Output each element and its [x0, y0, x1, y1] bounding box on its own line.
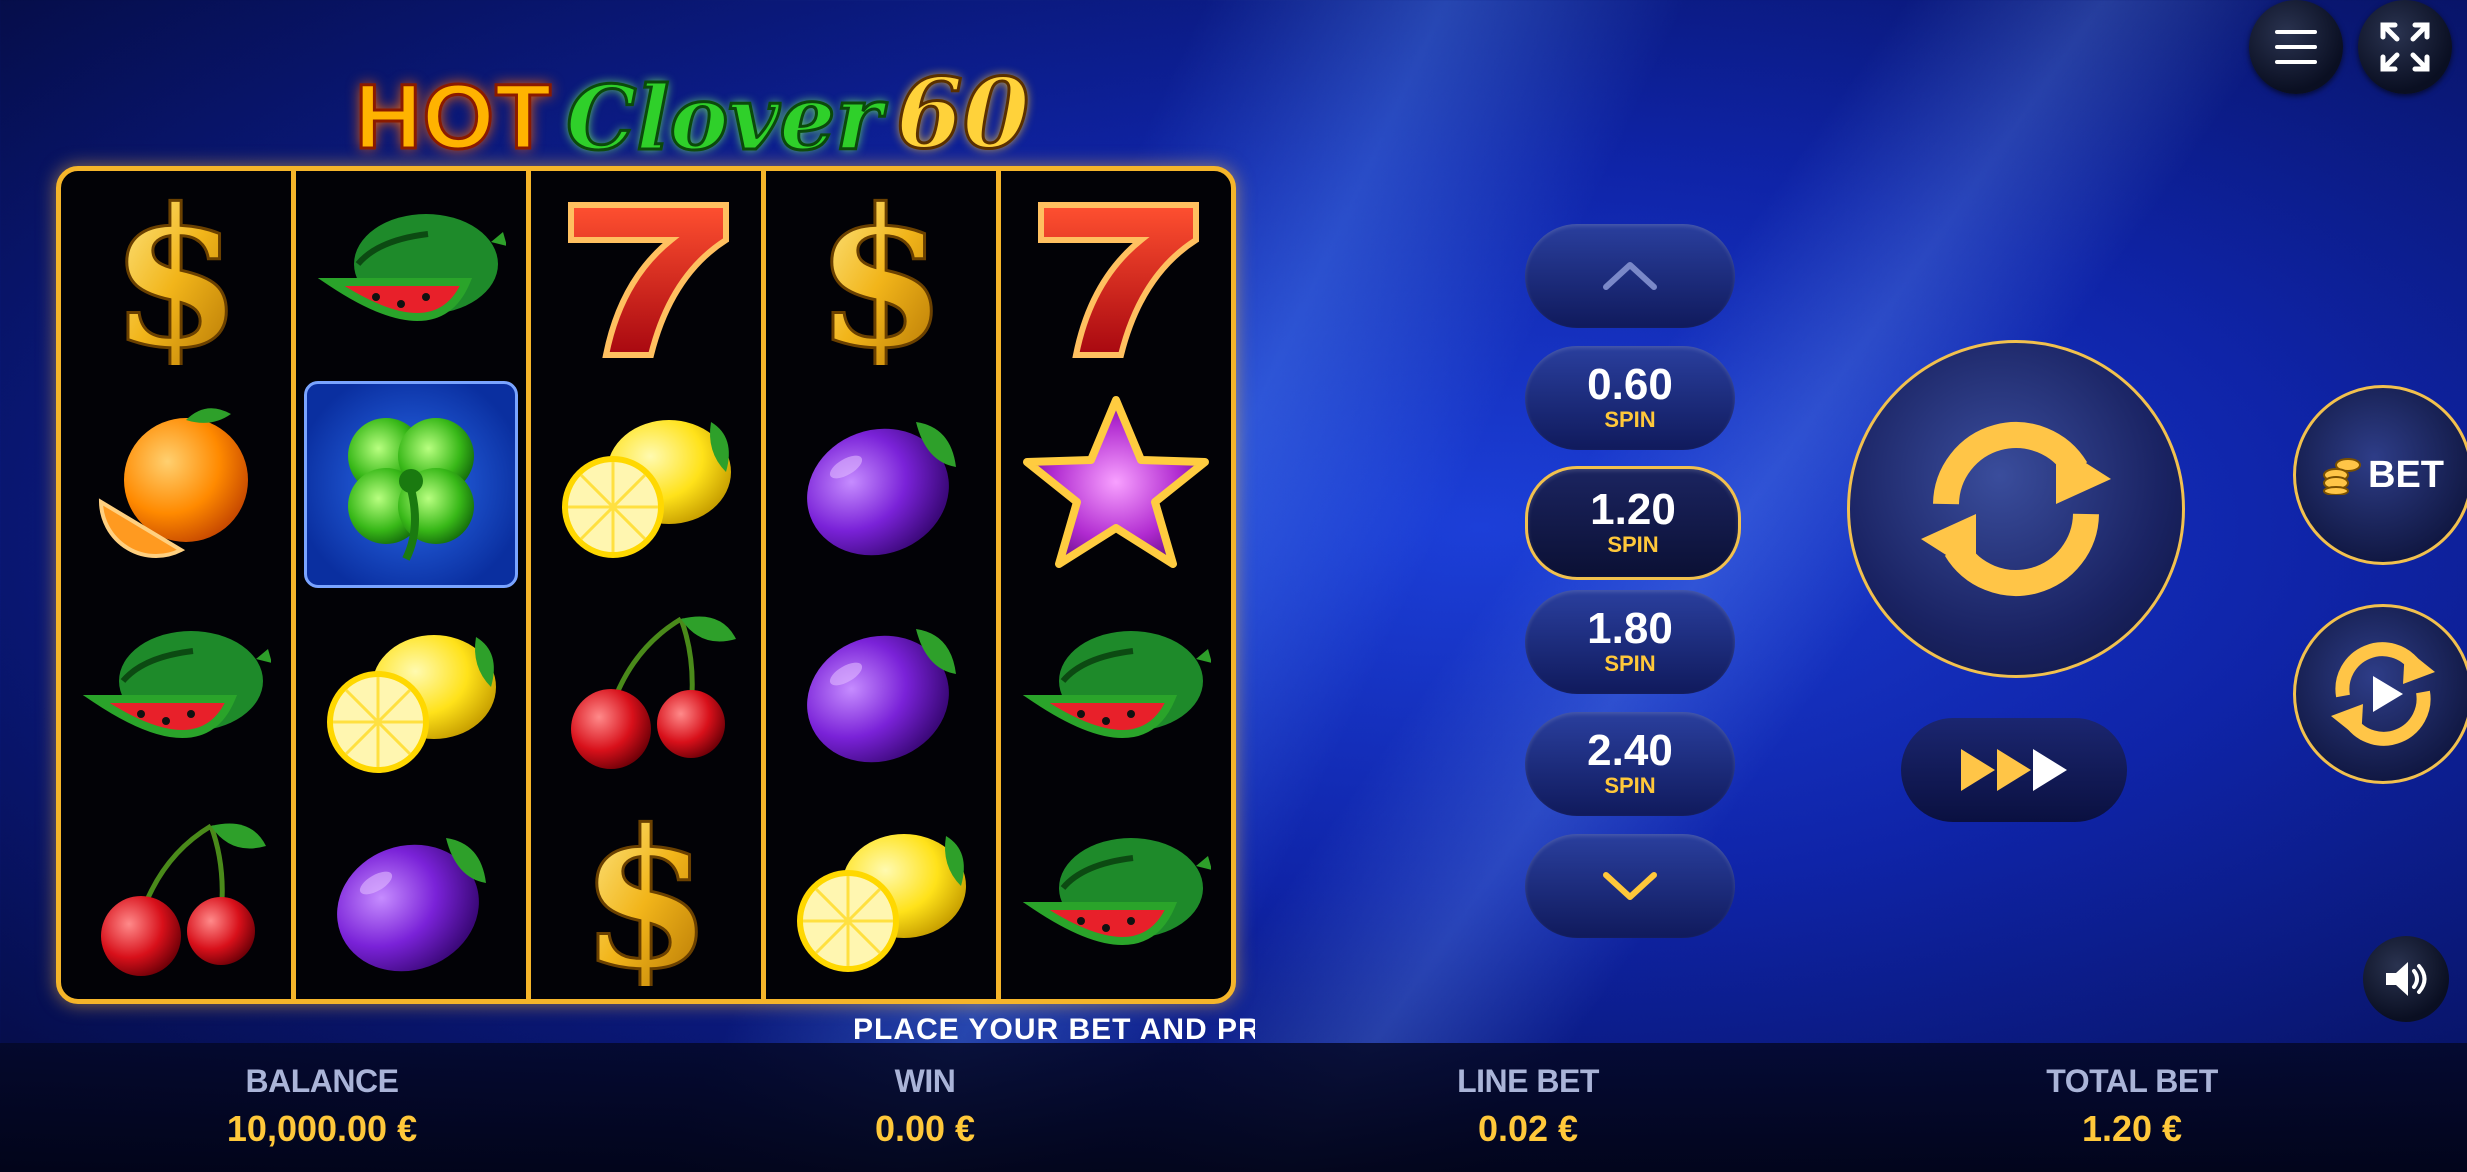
cherry-symbol	[531, 585, 761, 792]
reel-2	[296, 171, 531, 999]
bet-amount: 2.40	[1587, 726, 1673, 775]
orange-icon	[99, 405, 250, 558]
lemon-symbol	[766, 792, 996, 999]
plum-symbol	[766, 378, 996, 585]
turbo-button[interactable]	[1901, 718, 2127, 822]
dollar-icon	[578, 805, 714, 986]
bet-settings-button[interactable]: BET	[2293, 385, 2467, 565]
autoplay-icon	[2331, 642, 2435, 746]
line-bet-stat: LINE BET 0.02 €	[1328, 1043, 1728, 1150]
orange-symbol	[61, 378, 291, 585]
game-logo: HOT Clover 60	[353, 56, 1031, 172]
bet-option-0-60[interactable]: 0.60 SPIN	[1525, 346, 1735, 450]
clover-symbol	[304, 380, 518, 588]
plum-icon	[789, 408, 967, 572]
bet-spin-label: SPIN	[1607, 532, 1659, 557]
reel-grid	[56, 166, 1236, 1004]
seven-icon	[551, 185, 741, 365]
bet-amount: 1.80	[1587, 604, 1673, 653]
star-symbol	[1001, 378, 1231, 585]
lemon-symbol	[531, 378, 761, 585]
clover-icon	[316, 394, 506, 574]
info-bar: BALANCE 10,000.00 € WIN 0.00 € LINE BET …	[0, 1043, 2467, 1172]
watermelon-icon	[1021, 599, 1211, 779]
lemon-icon	[316, 607, 506, 787]
bet-amount: 1.20	[1590, 485, 1676, 534]
lemon-icon	[786, 806, 976, 986]
bet-option-2-40[interactable]: 2.40 SPIN	[1525, 712, 1735, 816]
coins-icon	[2323, 458, 2361, 495]
watermelon-symbol	[296, 171, 526, 373]
spin-button[interactable]	[1847, 340, 2185, 678]
logo-clover: Clover	[565, 65, 884, 172]
turbo-icon	[1961, 749, 2067, 791]
logo-number: 60	[894, 56, 1031, 172]
reel-3	[531, 171, 766, 999]
spin-icon	[1921, 422, 2111, 596]
dollar-symbol	[531, 792, 761, 999]
bet-spin-label: SPIN	[1604, 773, 1656, 798]
watermelon-symbol	[1001, 585, 1231, 792]
balance-label: BALANCE	[245, 1063, 399, 1099]
plum-icon	[319, 825, 497, 989]
bet-spin-label: SPIN	[1604, 407, 1656, 432]
watermelon-symbol	[61, 585, 291, 792]
reel-1	[61, 171, 296, 999]
plum-icon	[789, 615, 967, 779]
dollar-symbol	[61, 171, 291, 378]
line-bet-value: 0.02 €	[1477, 1108, 1579, 1149]
bet-option-1-80[interactable]: 1.80 SPIN	[1525, 590, 1735, 694]
fullscreen-button[interactable]	[2358, 0, 2452, 94]
cherry-icon	[551, 599, 741, 779]
fullscreen-icon	[2380, 22, 2430, 72]
win-label: WIN	[894, 1063, 956, 1099]
chevron-down-icon	[1603, 872, 1657, 900]
bet-amount: 0.60	[1587, 360, 1673, 409]
reel-4	[766, 171, 1001, 999]
watermelon-icon	[81, 599, 271, 779]
bet-option-1-20-selected[interactable]: 1.20 SPIN	[1525, 466, 1741, 580]
line-bet-label: LINE BET	[1457, 1063, 1599, 1099]
lemon-icon	[551, 392, 741, 572]
win-value: 0.00 €	[874, 1108, 976, 1149]
chevron-up-icon	[1603, 262, 1657, 290]
cherry-symbol	[61, 792, 291, 999]
menu-icon	[2275, 30, 2317, 64]
sound-icon	[2386, 962, 2427, 996]
balance-value: 10,000.00 €	[226, 1108, 418, 1149]
win-stat: WIN 0.00 €	[725, 1043, 1125, 1150]
dollar-symbol	[766, 171, 996, 378]
total-bet-label: TOTAL BET	[2046, 1063, 2218, 1099]
seven-symbol	[531, 171, 761, 378]
total-bet-value: 1.20 €	[2081, 1108, 2183, 1149]
cherry-icon	[81, 806, 271, 986]
star-icon	[1021, 392, 1211, 572]
logo-hot: HOT	[353, 65, 553, 170]
seven-symbol	[1001, 171, 1231, 378]
reel-5	[1001, 171, 1231, 999]
bet-spin-label: SPIN	[1604, 651, 1656, 676]
total-bet-stat: TOTAL BET 1.20 €	[1932, 1043, 2332, 1150]
plum-symbol	[766, 585, 996, 792]
bet-up-button[interactable]	[1525, 224, 1735, 328]
bet-label: BET	[2368, 453, 2444, 496]
balance-stat: BALANCE 10,000.00 €	[122, 1043, 522, 1150]
watermelon-icon	[316, 182, 506, 362]
plum-symbol	[296, 798, 526, 1000]
menu-button[interactable]	[2249, 0, 2343, 94]
autoplay-button[interactable]	[2293, 604, 2467, 784]
lemon-symbol	[296, 596, 526, 798]
dollar-icon	[108, 184, 244, 365]
seven-icon	[1021, 185, 1211, 365]
dollar-icon	[813, 184, 949, 365]
watermelon-icon	[1021, 806, 1211, 986]
bet-down-button[interactable]	[1525, 834, 1735, 938]
sound-button[interactable]	[2363, 936, 2449, 1022]
watermelon-symbol	[1001, 792, 1231, 999]
